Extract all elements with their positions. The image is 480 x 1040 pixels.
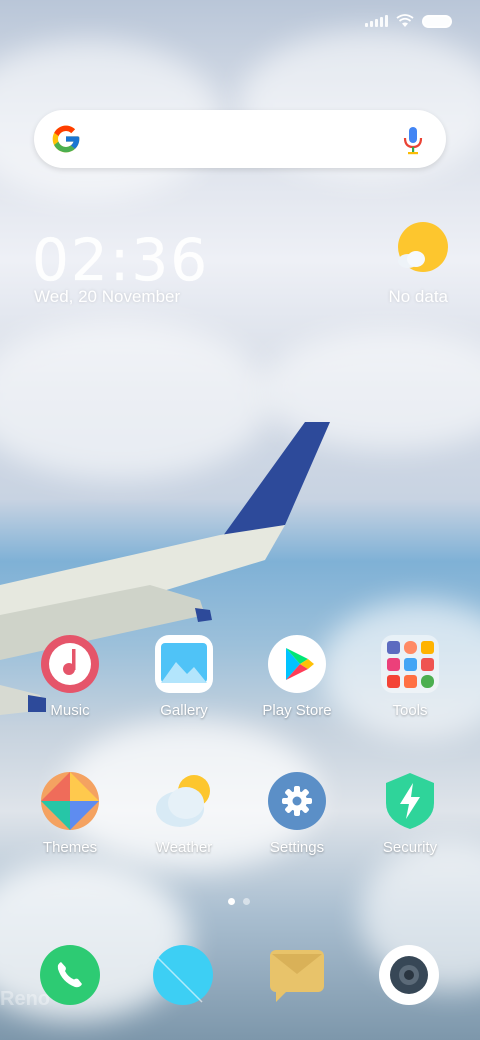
app-label: Themes — [42, 839, 98, 856]
google-g-icon — [52, 125, 80, 153]
app-settings[interactable]: Settings — [247, 771, 347, 856]
app-label: Music — [50, 702, 90, 719]
app-music[interactable]: Music — [20, 634, 120, 719]
themes-icon — [40, 771, 100, 831]
signal-icon — [365, 15, 388, 27]
page-dot-active — [228, 898, 235, 905]
app-play-store[interactable]: Play Store — [247, 634, 347, 719]
watermark: Reno — [0, 988, 50, 1010]
browser-icon[interactable] — [152, 944, 214, 1006]
google-search-bar[interactable] — [34, 110, 446, 168]
app-themes[interactable]: Themes — [20, 771, 120, 856]
app-label: Gallery — [160, 702, 208, 719]
clock-time[interactable]: 02:36 — [32, 226, 209, 294]
sun-cloud-icon[interactable] — [396, 221, 450, 275]
battery-icon — [422, 14, 452, 28]
app-label: Security — [382, 839, 438, 856]
status-bar — [365, 10, 452, 32]
messages-icon[interactable] — [266, 944, 328, 1006]
app-label: Weather — [155, 839, 213, 856]
app-weather[interactable]: Weather — [134, 771, 234, 856]
security-icon — [380, 771, 440, 831]
play-store-icon — [267, 634, 327, 694]
weather-status[interactable]: No data — [388, 287, 448, 307]
gallery-icon — [154, 634, 214, 694]
tools-folder-icon — [380, 634, 440, 694]
app-label: Tools — [392, 702, 428, 719]
weather-icon — [154, 771, 214, 831]
microphone-icon[interactable] — [402, 125, 424, 155]
clock-date[interactable]: Wed, 20 November — [34, 287, 180, 307]
app-gallery[interactable]: Gallery — [134, 634, 234, 719]
page-indicator — [228, 898, 250, 905]
music-icon — [40, 634, 100, 694]
app-security[interactable]: Security — [360, 771, 460, 856]
page-dot — [243, 898, 250, 905]
camera-icon[interactable] — [378, 944, 440, 1006]
settings-icon — [267, 771, 327, 831]
app-label: Settings — [269, 839, 325, 856]
app-label: Play Store — [262, 702, 332, 719]
wifi-icon — [396, 14, 414, 27]
app-tools-folder[interactable]: Tools — [360, 634, 460, 719]
